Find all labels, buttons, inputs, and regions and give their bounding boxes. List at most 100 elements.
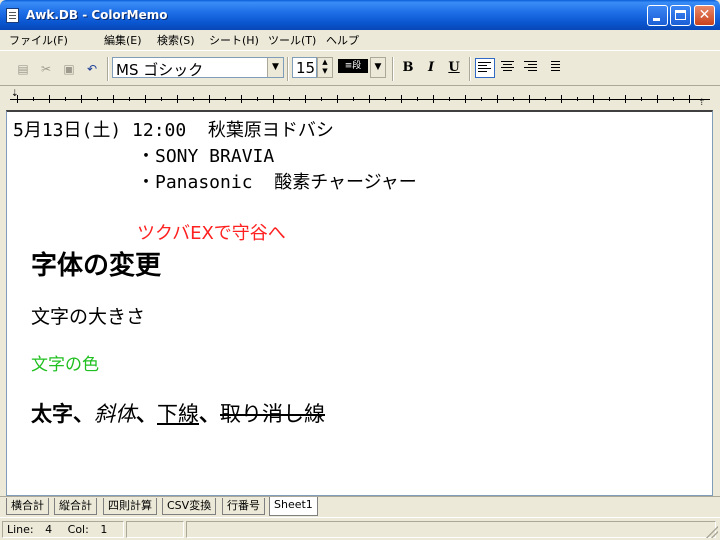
separator-text: 、 — [73, 402, 94, 426]
ruler-tick — [257, 97, 258, 101]
menu-file[interactable]: ファイル(F) — [9, 32, 68, 48]
ruler-tick — [593, 95, 594, 103]
font-name-value: MS ゴシック — [116, 61, 204, 79]
ruler-tick — [49, 95, 50, 103]
right-margin-marker-icon[interactable]: ⇡ — [698, 98, 706, 108]
bullet-list-icon — [547, 61, 560, 74]
separator-text: 、 — [136, 402, 157, 426]
minimize-button[interactable] — [647, 5, 668, 26]
tab-arithmetic[interactable]: 四則計算 — [103, 498, 157, 515]
resize-grip-icon[interactable] — [706, 526, 718, 538]
maximize-button[interactable] — [670, 5, 691, 26]
ruler-line — [10, 99, 710, 100]
close-button[interactable]: ✕ — [694, 5, 715, 26]
ruler-tick — [561, 95, 562, 103]
ruler-tick — [689, 95, 690, 103]
paste-icon[interactable]: ▣ — [60, 60, 78, 78]
ruler-tick — [321, 97, 322, 101]
bullet-list-button[interactable] — [544, 58, 564, 78]
ruler-tick — [625, 95, 626, 103]
ruler-tick — [369, 95, 370, 103]
align-left-button[interactable] — [475, 58, 495, 78]
align-right-button[interactable] — [521, 58, 541, 78]
ruler-tick — [529, 95, 530, 103]
menu-sheet[interactable]: シート(H) — [209, 32, 259, 48]
ruler-tick — [209, 95, 210, 103]
font-size-field[interactable]: 15 — [292, 57, 317, 78]
toolbar-separator — [107, 57, 109, 81]
italic-button[interactable]: I — [421, 58, 441, 78]
text-editor[interactable]: 5月13日(土) 12:00 秋葉原ヨドバシ ・SONY BRAVIA ・Pan… — [6, 110, 713, 496]
ruler-tick — [273, 95, 274, 103]
ruler-tick — [289, 97, 290, 101]
font-size-stepper[interactable]: ▲ ▼ — [317, 57, 333, 78]
ruler-tick — [657, 95, 658, 103]
ruler-tick — [497, 95, 498, 103]
ruler-tick — [113, 95, 114, 103]
underline-text: 下線 — [157, 402, 199, 426]
toolbar-separator — [469, 57, 471, 81]
tab-csv-convert[interactable]: CSV変換 — [162, 498, 217, 515]
spin-down-icon[interactable]: ▼ — [318, 67, 332, 76]
ruler-tick — [353, 97, 354, 101]
tab-sheet1[interactable]: Sheet1 — [269, 497, 318, 516]
col-label: Col: — [67, 523, 89, 536]
title-bar: Awk.DB - ColorMemo ✕ — [0, 0, 720, 30]
doc-line-1: 5月13日(土) 12:00 秋葉原ヨドバシ — [13, 120, 334, 141]
spin-up-icon[interactable]: ▲ — [318, 58, 332, 67]
ruler-tick — [305, 95, 306, 103]
bold-button[interactable]: B — [398, 58, 418, 78]
minimize-icon — [653, 18, 660, 21]
tab-row-sum[interactable]: 横合計 — [6, 498, 49, 515]
doc-line-3: ・Panasonic 酸素チャージャー — [137, 172, 417, 193]
status-panel — [126, 521, 184, 538]
ruler-tick — [481, 97, 482, 101]
maximize-icon — [675, 10, 686, 20]
ruler-tick — [641, 97, 642, 101]
align-left-icon — [478, 62, 491, 75]
underline-button[interactable]: U — [444, 58, 464, 78]
ruler-tick — [177, 95, 178, 103]
align-center-button[interactable] — [498, 58, 518, 78]
menu-edit[interactable]: 編集(E) — [104, 32, 142, 48]
menu-tools[interactable]: ツール(T) — [268, 32, 316, 48]
cut-icon[interactable]: ✂ — [37, 60, 55, 78]
ruler-tick — [241, 95, 242, 103]
doc-heading: 字体の変更 — [31, 251, 162, 281]
app-icon[interactable] — [6, 8, 19, 23]
ruler-tick — [97, 97, 98, 101]
ruler-tick — [225, 97, 226, 101]
doc-line-2: ・SONY BRAVIA — [137, 146, 275, 167]
font-name-combo[interactable]: MS ゴシック ▼ — [112, 57, 284, 79]
chevron-down-icon[interactable]: ▼ — [267, 58, 283, 77]
tab-line-numbers[interactable]: 行番号 — [222, 498, 265, 515]
paragraph-style-box[interactable]: ≡段 — [338, 59, 368, 73]
bold-text: 太字 — [31, 402, 73, 426]
doc-line-green: 文字の色 — [31, 355, 99, 375]
menu-help[interactable]: ヘルプ — [326, 32, 359, 48]
ruler-tick — [673, 97, 674, 101]
copy-icon[interactable]: ▤ — [14, 60, 32, 78]
toolbar-separator — [287, 57, 289, 81]
menu-search[interactable]: 検索(S) — [157, 32, 195, 48]
line-label: Line: — [7, 523, 34, 536]
undo-icon[interactable]: ↶ — [83, 60, 101, 78]
menu-bar: ファイル(F) 編集(E) 検索(S) シート(H) ツール(T) ヘルプ — [0, 30, 720, 49]
window-title: Awk.DB - ColorMemo — [26, 8, 168, 22]
ruler-tick — [145, 95, 146, 103]
tab-col-sum[interactable]: 縦合計 — [54, 498, 97, 515]
separator-text: 、 — [199, 402, 220, 426]
ruler-tick — [609, 97, 610, 101]
ruler-tick — [465, 95, 466, 103]
italic-text: 斜体 — [94, 402, 136, 426]
align-center-icon — [501, 61, 514, 74]
ruler-tick — [513, 97, 514, 101]
ruler-tick — [65, 97, 66, 101]
ruler-tick — [193, 97, 194, 101]
paragraph-style-dropdown[interactable]: ▼ — [370, 57, 386, 78]
strikethrough-text: 取り消し線 — [220, 402, 325, 426]
ruler-tick — [161, 97, 162, 101]
ruler-tick — [385, 97, 386, 101]
ruler-tick — [545, 97, 546, 101]
status-bar: Line: 4 Col: 1 — [0, 517, 720, 540]
